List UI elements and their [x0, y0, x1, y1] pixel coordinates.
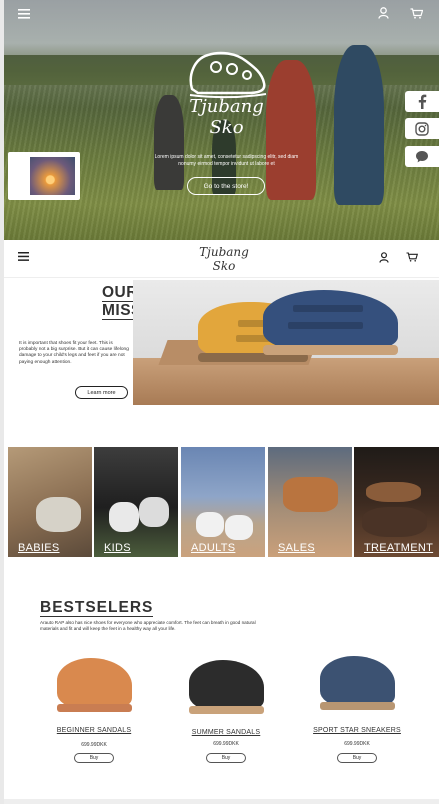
- instagram-icon[interactable]: [405, 118, 439, 139]
- product-name[interactable]: SPORT STAR SNEAKERS: [307, 727, 407, 734]
- cart-icon[interactable]: [406, 252, 419, 265]
- product-card[interactable]: SUMMER SANDALS 699.99DKK Buy: [176, 650, 276, 770]
- product-image[interactable]: [319, 656, 395, 710]
- wooden-board: [133, 358, 439, 405]
- mission-text: It is important that shoes fit your feet…: [19, 341, 129, 365]
- product-price: 699.99DKK: [213, 741, 239, 747]
- shoe-strap: [293, 305, 363, 312]
- page: Tjubang Sko Lorem ipsum dolor sit amet, …: [0, 0, 439, 804]
- mission-section: OUR MISSION It is important that shoes f…: [4, 278, 439, 408]
- product-image[interactable]: [56, 658, 132, 712]
- category-label: TREATMENT: [364, 542, 434, 554]
- category-label: ADULTS: [191, 542, 236, 554]
- buy-button[interactable]: Buy: [74, 753, 114, 763]
- category-adults[interactable]: ADULTS: [181, 447, 265, 557]
- product-price: 699.99DKK: [344, 741, 370, 747]
- hero-tagline: Lorem ipsum dolor sit amet, consetetur s…: [154, 154, 299, 167]
- mission-shoes-image: [133, 280, 439, 405]
- category-shoe-graphic: [139, 497, 169, 527]
- category-shoe-graphic: [196, 512, 224, 537]
- go-to-store-button[interactable]: Go to the store!: [187, 177, 265, 195]
- category-label: KIDS: [104, 542, 131, 554]
- product-price: 699.99DKK: [81, 742, 107, 748]
- hero-banner: Tjubang Sko Lorem ipsum dolor sit amet, …: [4, 0, 439, 240]
- category-brush-graphic: [366, 482, 421, 502]
- product-card[interactable]: SPORT STAR SNEAKERS 699.99DKK Buy: [307, 650, 407, 770]
- menu-icon[interactable]: [18, 252, 29, 264]
- shoe-sole: [56, 704, 132, 712]
- category-label: SALES: [278, 542, 315, 554]
- shoe-strap: [288, 322, 363, 329]
- product-image[interactable]: [188, 660, 264, 714]
- category-kids[interactable]: KIDS: [94, 447, 178, 557]
- nav-brand-logo[interactable]: Tjubang Sko: [194, 245, 254, 273]
- category-shoe-graphic: [362, 507, 427, 537]
- buy-button[interactable]: Buy: [337, 753, 377, 763]
- buy-button[interactable]: Buy: [206, 753, 246, 763]
- category-sales[interactable]: SALES: [268, 447, 352, 557]
- hero-brand-logo: Tjubang Sko: [179, 45, 274, 145]
- facebook-icon[interactable]: [405, 91, 439, 112]
- category-treatment[interactable]: TREATMENT: [354, 447, 439, 557]
- shoe-logo-icon: [189, 51, 267, 99]
- menu-icon[interactable]: [18, 7, 30, 22]
- product-card[interactable]: BEGINNER SANDALS 699.99DKK Buy: [44, 650, 144, 770]
- category-label: BABIES: [18, 542, 60, 554]
- category-babies[interactable]: BABIES: [8, 447, 92, 557]
- category-rap-sign: [283, 477, 338, 512]
- category-shoe-graphic: [109, 502, 139, 532]
- hero-person-father: [334, 45, 384, 205]
- product-name[interactable]: BEGINNER SANDALS: [44, 727, 144, 734]
- category-grid: BABIES KIDS ADULTS SALES TREATMENT: [6, 447, 439, 557]
- main-nav: Tjubang Sko: [4, 240, 439, 278]
- shoe-sole: [263, 345, 398, 355]
- shoe-sole: [188, 706, 264, 714]
- page-bottom-border: [4, 799, 439, 804]
- shoe-sole: [319, 702, 395, 710]
- bestsellers-title: BESTSELERS: [40, 599, 154, 617]
- learn-more-button[interactable]: Learn more: [75, 386, 128, 399]
- user-icon[interactable]: [379, 252, 389, 266]
- product-name[interactable]: SUMMER SANDALS: [176, 729, 276, 736]
- nav-brand-name: Tjubang Sko: [199, 245, 249, 273]
- user-icon[interactable]: [378, 7, 389, 22]
- cart-icon[interactable]: [410, 7, 424, 22]
- blue-shoe: [263, 290, 398, 355]
- bestsellers-subtitle: Arauto RAP also has nice shoes for every…: [40, 620, 256, 632]
- category-shoe-graphic: [225, 515, 253, 540]
- video-thumbnail[interactable]: [30, 157, 75, 195]
- category-shoe-graphic: [36, 497, 81, 532]
- video-card[interactable]: [8, 152, 80, 200]
- chat-icon[interactable]: [405, 146, 439, 167]
- hero-brand-name: Tjubang Sko: [189, 96, 264, 138]
